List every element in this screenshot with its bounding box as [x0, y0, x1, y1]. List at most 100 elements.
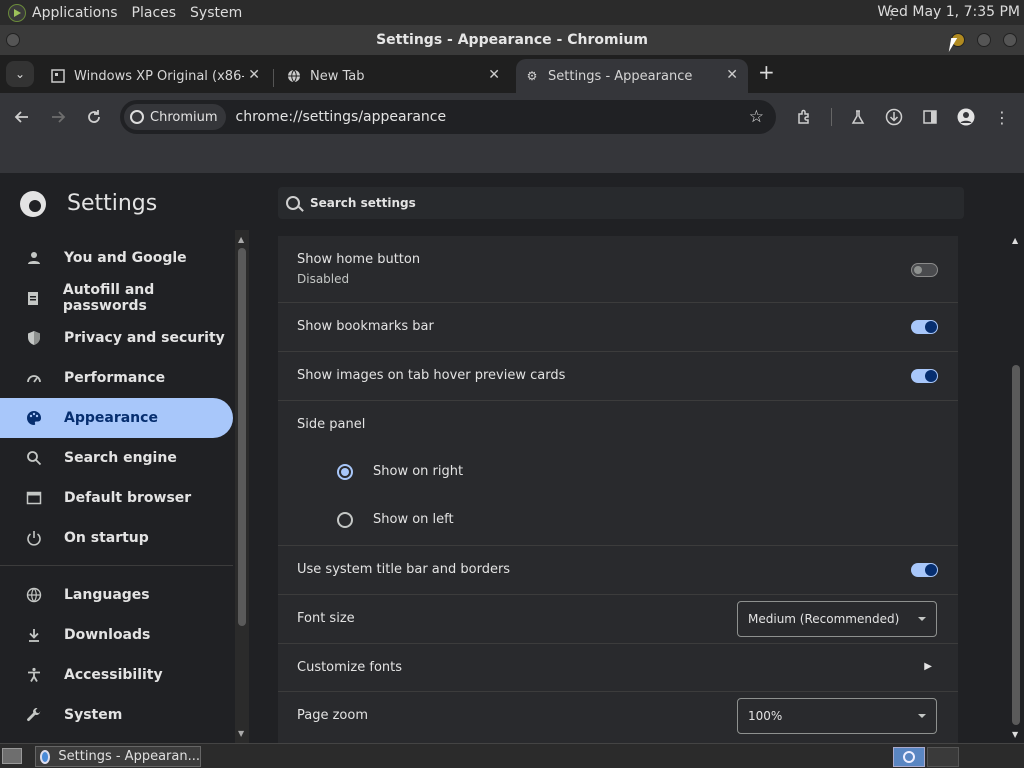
- side-panel-icon[interactable]: [920, 107, 940, 127]
- globe-icon: [24, 585, 44, 605]
- sidebar-divider: [0, 565, 233, 566]
- scrollbar-thumb[interactable]: [238, 248, 246, 626]
- settings-page: Settings You and Google Autofill and pas…: [0, 173, 1024, 743]
- taskbar-window-label: Settings - Appearan...: [58, 749, 200, 764]
- hover-cards-label: Show images on tab hover preview cards: [297, 368, 566, 383]
- side-panel-right-radio[interactable]: [337, 464, 353, 480]
- settings-header: Settings: [0, 173, 1024, 233]
- sidebar-item-label: Accessibility: [64, 667, 163, 683]
- new-tab-button[interactable]: +: [758, 60, 775, 84]
- download-icon[interactable]: [884, 107, 904, 127]
- scrollbar-thumb[interactable]: [1012, 365, 1020, 725]
- sidebar-item-autofill[interactable]: Autofill and passwords: [0, 278, 233, 318]
- close-window-button[interactable]: [1003, 33, 1017, 47]
- workspace-1[interactable]: [893, 747, 925, 767]
- sidebar-item-default-browser[interactable]: Default browser: [0, 478, 233, 518]
- page-zoom-row: Page zoom 100%: [278, 691, 958, 743]
- page-zoom-value: 100%: [748, 709, 783, 723]
- scroll-down-icon[interactable]: ▼: [238, 729, 244, 738]
- tab-windows-xp[interactable]: Windows XP Original (x86-x ✕: [42, 59, 270, 93]
- tab-label: Windows XP Original (x86-x: [74, 68, 244, 84]
- panel-clock[interactable]: Wed May 1, 7:35 PM: [877, 4, 1020, 20]
- back-arrow-icon[interactable]: [12, 107, 32, 127]
- bookmarks-bar-label: Show bookmarks bar: [297, 319, 434, 334]
- search-settings-box[interactable]: [278, 187, 964, 219]
- side-panel-left-radio[interactable]: [337, 512, 353, 528]
- site-info-chip[interactable]: Chromium: [124, 104, 226, 130]
- chromium-logo-icon: [20, 191, 46, 217]
- close-tab-icon[interactable]: ✕: [248, 67, 260, 83]
- sidebar-item-system[interactable]: System: [0, 695, 233, 735]
- side-panel-right-label[interactable]: Show on right: [373, 464, 463, 479]
- search-input[interactable]: [310, 196, 910, 210]
- hover-cards-row[interactable]: Show images on tab hover preview cards: [278, 351, 958, 400]
- menu-applications[interactable]: Applications: [32, 5, 126, 21]
- sidebar-item-search-engine[interactable]: Search engine: [0, 438, 233, 478]
- sidebar-scrollbar[interactable]: ▲ ▼: [235, 230, 249, 743]
- taskbar: Settings - Appearan...: [0, 743, 1024, 768]
- bookmarks-bar-row[interactable]: Show bookmarks bar: [278, 302, 958, 351]
- tab-strip: ⌄ Windows XP Original (x86-x ✕ New Tab ✕…: [0, 55, 1024, 93]
- chromium-logo-icon: [40, 749, 51, 764]
- favicon-icon: [50, 68, 66, 84]
- sidebar-item-label: Downloads: [64, 627, 151, 643]
- bookmark-star-icon[interactable]: ☆: [749, 107, 764, 127]
- sidebar-item-accessibility[interactable]: Accessibility: [0, 655, 233, 695]
- taskbar-window-button[interactable]: Settings - Appearan...: [35, 746, 201, 767]
- scroll-up-icon[interactable]: ▲: [238, 235, 244, 244]
- maximize-button[interactable]: [977, 33, 991, 47]
- window-menu-button[interactable]: [6, 33, 20, 47]
- sidebar-item-performance[interactable]: Performance: [0, 358, 233, 398]
- close-tab-icon[interactable]: ✕: [488, 67, 500, 83]
- bookmarks-bar-toggle[interactable]: [911, 320, 938, 334]
- search-icon: [24, 448, 44, 468]
- tab-separator: [273, 69, 274, 87]
- window-titlebar[interactable]: Settings - Appearance - Chromium: [0, 25, 1024, 55]
- speedometer-icon: [24, 368, 44, 388]
- address-bar[interactable]: Chromium chrome://settings/appearance ☆: [120, 100, 776, 134]
- sidebar-item-downloads[interactable]: Downloads: [0, 615, 233, 655]
- sidebar-item-appearance[interactable]: Appearance: [0, 398, 233, 438]
- url-text[interactable]: chrome://settings/appearance: [236, 109, 447, 125]
- home-button-row[interactable]: Show home button Disabled: [278, 236, 958, 302]
- show-desktop-icon[interactable]: [2, 748, 22, 764]
- tab-settings[interactable]: ⚙ Settings - Appearance ✕: [516, 59, 748, 93]
- forward-arrow-icon[interactable]: [48, 107, 68, 127]
- reload-icon[interactable]: [84, 107, 104, 127]
- side-panel-left-label[interactable]: Show on left: [373, 512, 454, 527]
- sidebar-item-languages[interactable]: Languages: [0, 575, 233, 615]
- page-zoom-select[interactable]: 100%: [737, 698, 937, 734]
- font-size-value: Medium (Recommended): [748, 612, 900, 626]
- menu-system[interactable]: System: [190, 5, 250, 21]
- system-title-bar-toggle[interactable]: [911, 563, 938, 577]
- close-tab-icon[interactable]: ✕: [726, 67, 738, 83]
- labs-flask-icon[interactable]: [848, 107, 868, 127]
- font-size-select[interactable]: Medium (Recommended): [737, 601, 937, 637]
- more-menu-icon[interactable]: ⋮: [992, 107, 1012, 127]
- system-title-bar-row[interactable]: Use system title bar and borders: [278, 545, 958, 594]
- scroll-up-icon[interactable]: ▲: [1012, 236, 1018, 245]
- tab-new-tab[interactable]: New Tab ✕: [278, 59, 510, 93]
- sidebar-item-label: On startup: [64, 530, 149, 546]
- home-button-toggle[interactable]: [911, 263, 938, 277]
- sidebar-item-you-and-google[interactable]: You and Google: [0, 238, 233, 278]
- sidebar-item-label: Appearance: [64, 410, 158, 426]
- scroll-down-icon[interactable]: ▼: [1012, 730, 1018, 739]
- hover-cards-toggle[interactable]: [911, 369, 938, 383]
- workspace-2[interactable]: [927, 747, 959, 767]
- applications-menu-icon[interactable]: [8, 3, 26, 22]
- side-panel-row: Side panel Show on right Show on left: [278, 400, 958, 545]
- side-panel-label: Side panel: [297, 417, 366, 432]
- tab-label: New Tab: [310, 68, 365, 84]
- sidebar-item-label: Performance: [64, 370, 166, 386]
- customize-fonts-row[interactable]: Customize fonts ▶: [278, 643, 958, 691]
- clipboard-icon: [24, 288, 43, 308]
- site-chip-label: Chromium: [150, 109, 218, 125]
- sidebar-item-privacy[interactable]: Privacy and security: [0, 318, 233, 358]
- main-scrollbar[interactable]: ▲ ▼: [1008, 230, 1024, 743]
- sidebar-item-on-startup[interactable]: On startup: [0, 518, 233, 558]
- profile-avatar-icon[interactable]: [956, 107, 976, 127]
- menu-places[interactable]: Places: [132, 5, 185, 21]
- extensions-icon[interactable]: [794, 107, 814, 127]
- tab-search-button[interactable]: ⌄: [6, 61, 34, 87]
